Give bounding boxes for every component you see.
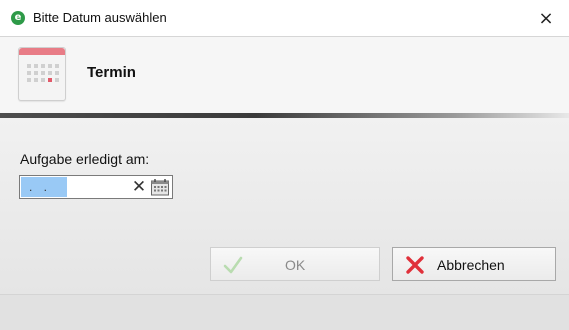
header-title: Termin <box>87 64 136 81</box>
checkmark-icon <box>223 256 243 274</box>
date-input[interactable]: . . ✕ <box>19 175 173 199</box>
clear-date-button[interactable]: ✕ <box>130 177 148 197</box>
clear-icon: ✕ <box>131 177 147 197</box>
cancel-button[interactable]: Abbrechen <box>392 247 556 281</box>
close-button[interactable]: × <box>523 0 569 36</box>
date-field-label: Aufgabe erledigt am: <box>20 151 150 167</box>
dialog-header: Termin <box>0 37 569 113</box>
calendar-picker-icon <box>151 179 169 196</box>
window-title: Bitte Datum auswählen <box>33 10 167 25</box>
title-bar: e Bitte Datum auswählen × <box>0 0 569 37</box>
cancel-x-icon <box>406 256 424 274</box>
calendar-icon <box>18 47 66 101</box>
date-input-value[interactable]: . . <box>21 177 67 197</box>
app-icon: e <box>11 11 25 25</box>
cancel-button-label: Abbrechen <box>437 257 505 273</box>
dialog-footer <box>0 294 569 330</box>
calendar-picker-button[interactable] <box>150 178 170 196</box>
dialog-content: Aufgabe erledigt am: . . ✕ OK Abbrechen <box>0 118 569 294</box>
ok-button[interactable]: OK <box>210 247 380 281</box>
ok-button-label: OK <box>285 257 306 273</box>
close-icon: × <box>538 7 554 29</box>
